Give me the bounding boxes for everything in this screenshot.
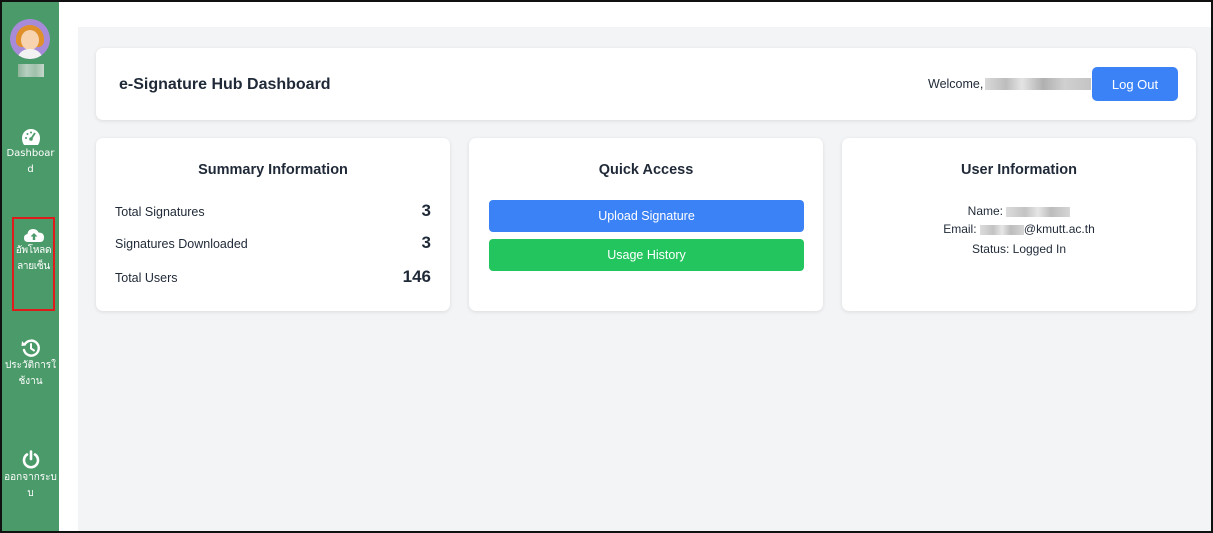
user-info-title: User Information <box>960 162 1077 178</box>
main-content: e-Signature Hub Dashboard Welcome, Log O… <box>78 27 1211 531</box>
history-icon <box>21 339 40 357</box>
logout-button[interactable]: Log Out <box>1092 67 1178 101</box>
summary-label: Total Users <box>115 271 178 285</box>
page-title: e-Signature Hub Dashboard <box>119 76 331 93</box>
summary-value: 3 <box>421 233 431 252</box>
user-info-card: User Information Name: Email: @kmutt.ac.… <box>842 138 1196 311</box>
sidebar-item-label: อัพโหลดลายเซ็น <box>15 245 52 272</box>
sidebar-item-usage-history[interactable]: ประวัติการใช้งาน <box>2 338 59 390</box>
summary-row: Total Users 146 <box>115 267 431 289</box>
email-local-redacted <box>979 224 1024 235</box>
summary-value: 146 <box>402 267 431 286</box>
cloud-upload-icon <box>23 229 44 242</box>
usage-history-button[interactable]: Usage History <box>489 239 804 271</box>
email-domain: @kmutt.ac.th <box>1023 222 1095 236</box>
sidebar-item-upload-signature[interactable]: อัพโหลดลายเซ็น <box>12 217 55 311</box>
sidebar-item-logout[interactable]: ออกจากระบบ <box>2 450 59 502</box>
avatar-face <box>21 30 39 50</box>
sidebar-item-dashboard[interactable]: Dashboard <box>2 128 59 178</box>
user-name-line: Name: <box>842 204 1196 218</box>
header-card: e-Signature Hub Dashboard Welcome, Log O… <box>96 48 1196 120</box>
user-status: Status: Logged In <box>971 242 1067 256</box>
avatar-body <box>17 49 43 59</box>
quick-access-title: Quick Access <box>598 162 694 178</box>
summary-value: 3 <box>421 201 431 220</box>
sidebar-item-label: ออกจากระบบ <box>4 472 57 499</box>
summary-row: Total Signatures 3 <box>115 201 431 223</box>
summary-title: Summary Information <box>198 162 348 178</box>
user-avatar[interactable] <box>10 19 50 59</box>
power-icon <box>22 450 39 469</box>
sidebar-item-label: ประวัติการใช้งาน <box>4 360 57 387</box>
gauge-icon <box>21 129 40 145</box>
welcome-username-redacted <box>985 78 1091 90</box>
summary-label: Signatures Downloaded <box>115 237 248 251</box>
summary-card: Summary Information Total Signatures 3 S… <box>96 138 450 311</box>
email-label: Email: <box>943 222 977 236</box>
sidebar-username-redacted <box>18 64 44 77</box>
name-label: Name: <box>967 204 1003 218</box>
sidebar: Dashboard อัพโหลดลายเซ็น ประวัติการใช้งา… <box>2 2 59 531</box>
app-window: Dashboard อัพโหลดลายเซ็น ประวัติการใช้งา… <box>0 0 1213 533</box>
welcome-text: Welcome, <box>928 77 984 91</box>
user-name-redacted <box>1006 206 1071 217</box>
quick-access-card: Quick Access Upload Signature Usage Hist… <box>469 138 823 311</box>
user-email-line: Email: @kmutt.ac.th <box>842 222 1196 236</box>
summary-row: Signatures Downloaded 3 <box>115 233 431 255</box>
upload-signature-button[interactable]: Upload Signature <box>489 200 804 232</box>
summary-label: Total Signatures <box>115 205 205 219</box>
sidebar-item-label: Dashboard <box>6 148 55 175</box>
